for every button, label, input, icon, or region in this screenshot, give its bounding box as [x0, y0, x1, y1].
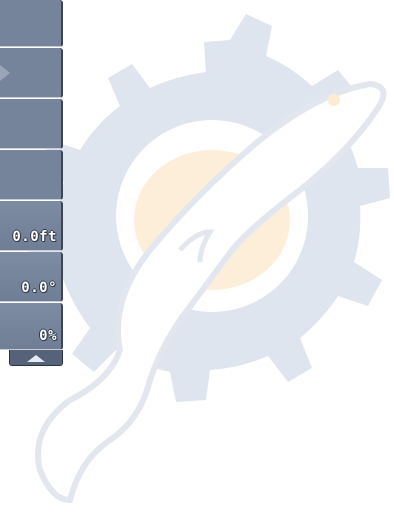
side-panel: 0.0ft 0.0° 0%: [0, 0, 65, 368]
chevron-up-icon: [27, 354, 45, 362]
depth-value: 0.0ft: [12, 229, 57, 245]
temperature-value: 0.0°: [21, 280, 57, 296]
panel-toggle-tab[interactable]: [9, 350, 63, 366]
side-button-4[interactable]: [0, 150, 63, 200]
percent-value: 0%: [39, 328, 57, 344]
side-button-2[interactable]: [0, 48, 63, 98]
arrow-right-icon: [0, 64, 10, 81]
depth-readout: 0.0ft: [0, 201, 63, 251]
side-button-3[interactable]: [0, 99, 63, 149]
side-button-1[interactable]: [0, 0, 63, 47]
temperature-readout: 0.0°: [0, 252, 63, 302]
app-screen: 0.0ft 0.0° 0%: [0, 0, 394, 526]
percent-readout: 0%: [0, 303, 63, 350]
